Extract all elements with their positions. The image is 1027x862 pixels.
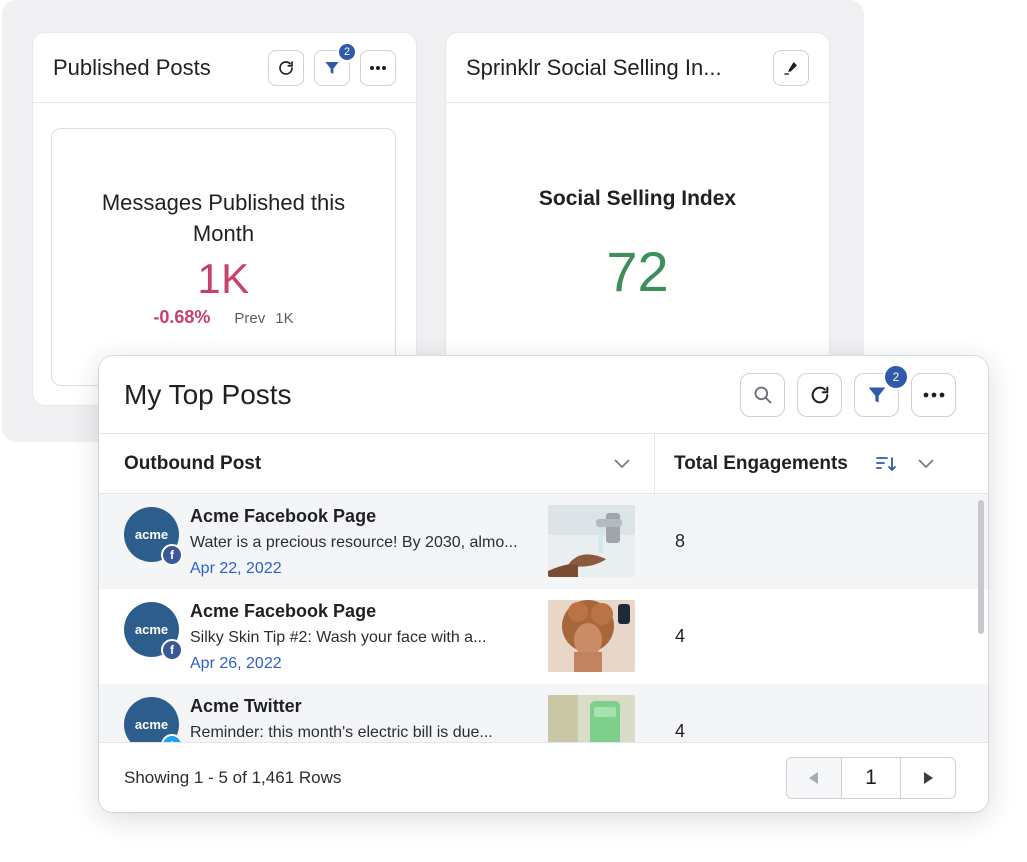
avatar-logo: acme [134,717,169,732]
woman-photo-image [548,600,635,672]
filter-icon [868,387,885,402]
post-text: Acme Facebook Page Water is a precious r… [190,505,540,579]
metric-comparison: -0.68% Prev 1K [52,307,395,328]
filter-count-badge: 2 [883,363,909,390]
table-row[interactable]: acme f Acme Facebook Page Silky Skin Tip… [99,589,988,684]
metric-card[interactable]: Messages Published this Month 1K -0.68% … [51,128,396,386]
post-text: Acme Facebook Page Silky Skin Tip #2: Wa… [190,600,540,674]
row-count-text: Showing 1 - 5 of 1,461 Rows [124,767,342,787]
published-posts-widget: Published Posts 2 Messages Published thi… [33,33,416,405]
chevron-right-icon [924,771,933,784]
social-selling-index-widget: Sprinklr Social Selling In... Social Sel… [446,33,829,405]
ssi-header: Sprinklr Social Selling In... [446,33,829,103]
account-name: Acme Facebook Page [190,601,377,621]
column-header-outbound-post[interactable]: Outbound Post [99,434,655,493]
phone-photo-image [548,695,635,744]
more-button[interactable] [911,372,956,417]
widget-actions: 2 [740,363,956,417]
edit-button[interactable] [773,49,809,86]
sort-icon[interactable] [875,456,896,472]
previous-value: 1K [275,310,294,327]
widget-actions: 2 [268,41,396,86]
faucet-image [548,505,635,577]
refresh-button[interactable] [797,372,842,417]
post-cell: acme f Acme Facebook Page Water is a pre… [99,494,655,589]
engagements-cell: 4 [675,721,686,741]
post-thumbnail[interactable] [548,600,635,672]
post-message: Water is a precious resource! By 2030, a… [190,534,518,551]
filter-count-badge: 2 [337,41,357,62]
avatar-logo: acme [134,527,169,542]
more-icon [370,65,386,70]
search-button[interactable] [740,372,785,417]
search-icon [754,386,771,403]
metric-delta: -0.68% [153,307,211,327]
table-body: acme f Acme Facebook Page Water is a pre… [99,494,988,744]
filter-button[interactable]: 2 [854,363,909,417]
refresh-button[interactable] [268,49,304,86]
previous-label: Prev [234,310,266,327]
chevron-left-icon [809,771,818,784]
post-date[interactable]: Apr 26, 2022 [190,654,540,674]
next-page-button[interactable] [900,757,955,798]
widget-title: Published Posts [53,54,211,80]
filter-icon [325,61,339,74]
avatar-logo: acme [134,622,169,637]
more-button[interactable] [360,49,396,86]
refresh-icon [811,386,828,403]
current-page[interactable]: 1 [842,758,900,798]
table-scrollbar[interactable] [978,500,984,634]
facebook-icon: f [161,544,183,566]
account-name: Acme Twitter [190,696,302,716]
avatar: acme t [124,697,183,744]
chevron-down-icon[interactable] [918,458,934,469]
post-thumbnail[interactable] [548,695,635,744]
post-message: Silky Skin Tip #2: Wash your face with a… [190,629,487,646]
widget-title: My Top Posts [124,378,292,410]
metric-previous: Prev 1K [234,310,293,327]
column-label: Outbound Post [124,452,262,474]
top-posts-widget: My Top Posts 2 Outbound Post Total Engag… [99,356,988,812]
refresh-icon [279,60,293,75]
dashboard: Published Posts 2 Messages Published thi… [0,0,1027,862]
more-icon [923,392,944,397]
post-thumbnail[interactable] [548,505,635,577]
account-name: Acme Facebook Page [190,506,377,526]
engagements-cell: 4 [675,626,686,646]
facebook-icon: f [161,639,183,661]
post-cell: acme t Acme Twitter Reminder: this month… [99,684,655,744]
edit-icon [784,61,797,75]
post-cell: acme f Acme Facebook Page Silky Skin Tip… [99,589,655,684]
metric-value: 1K [197,255,250,302]
published-posts-header: Published Posts 2 [33,33,416,103]
table-footer: Showing 1 - 5 of 1,461 Rows 1 [99,742,988,812]
column-label: Total Engagements [674,452,848,474]
column-header-total-engagements[interactable]: Total Engagements [655,434,988,493]
widget-title: Sprinklr Social Selling In... [466,54,722,80]
metric-label: Messages Published this Month [101,190,346,246]
ssi-value: 72 [606,240,669,303]
avatar: acme f [124,507,183,566]
post-message: Reminder: this month's electric bill is … [190,724,493,741]
post-date[interactable]: Apr 22, 2022 [190,559,540,579]
table-row[interactable]: acme t Acme Twitter Reminder: this month… [99,684,988,744]
chevron-down-icon[interactable] [614,458,630,469]
filter-button[interactable]: 2 [314,41,357,86]
table-header: Outbound Post Total Engagements [99,434,988,494]
top-posts-header: My Top Posts 2 [99,356,988,434]
avatar: acme f [124,602,183,661]
ssi-label: Social Selling Index [538,187,737,210]
pagination: 1 [786,756,956,799]
table-row[interactable]: acme f Acme Facebook Page Water is a pre… [99,494,988,589]
post-text: Acme Twitter Reminder: this month's elec… [190,695,540,743]
engagements-cell: 8 [675,531,686,551]
previous-page-button[interactable] [787,757,842,798]
